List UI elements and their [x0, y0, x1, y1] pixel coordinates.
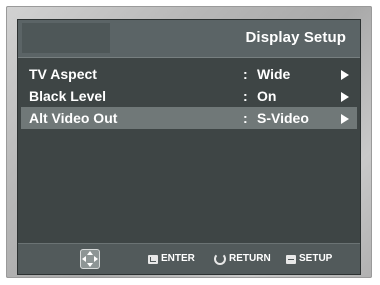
menu-row-tv-aspect[interactable]: TV Aspect : Wide	[21, 63, 357, 85]
setup-hint: SETUP	[286, 252, 332, 266]
menu-row-value: Wide	[257, 66, 291, 82]
right-arrow-icon[interactable]	[341, 114, 349, 124]
menu-row-label: TV Aspect	[29, 66, 97, 82]
menu-header: Display Setup	[18, 20, 360, 58]
menu-row-separator: :	[243, 88, 248, 104]
enter-hint: ENTER	[148, 252, 195, 266]
menu-row-separator: :	[243, 110, 248, 126]
right-arrow-icon[interactable]	[341, 92, 349, 102]
return-icon	[214, 253, 226, 265]
enter-label: ENTER	[161, 253, 195, 264]
enter-icon	[148, 254, 158, 264]
menu-row-black-level[interactable]: Black Level : On	[21, 85, 357, 107]
settings-list: TV Aspect : Wide Black Level : On Alt Vi…	[18, 63, 360, 129]
header-tab-block	[22, 23, 110, 53]
return-hint: RETURN	[214, 252, 271, 266]
directional-pad-icon	[80, 249, 100, 269]
menu-row-label: Alt Video Out	[29, 110, 118, 126]
osd-screen: Display Setup TV Aspect : Wide Black Lev…	[17, 19, 361, 275]
menu-row-separator: :	[243, 66, 248, 82]
right-arrow-icon[interactable]	[341, 70, 349, 80]
button-hint-bar: ENTER RETURN SETUP	[18, 243, 360, 274]
return-label: RETURN	[229, 253, 271, 264]
menu-row-alt-video-out[interactable]: Alt Video Out : S-Video	[21, 107, 357, 129]
menu-row-value: S-Video	[257, 110, 309, 126]
setup-label: SETUP	[299, 253, 333, 264]
page-title: Display Setup	[245, 29, 346, 46]
menu-row-value: On	[257, 88, 277, 104]
menu-row-label: Black Level	[29, 88, 107, 104]
setup-icon	[286, 254, 296, 264]
